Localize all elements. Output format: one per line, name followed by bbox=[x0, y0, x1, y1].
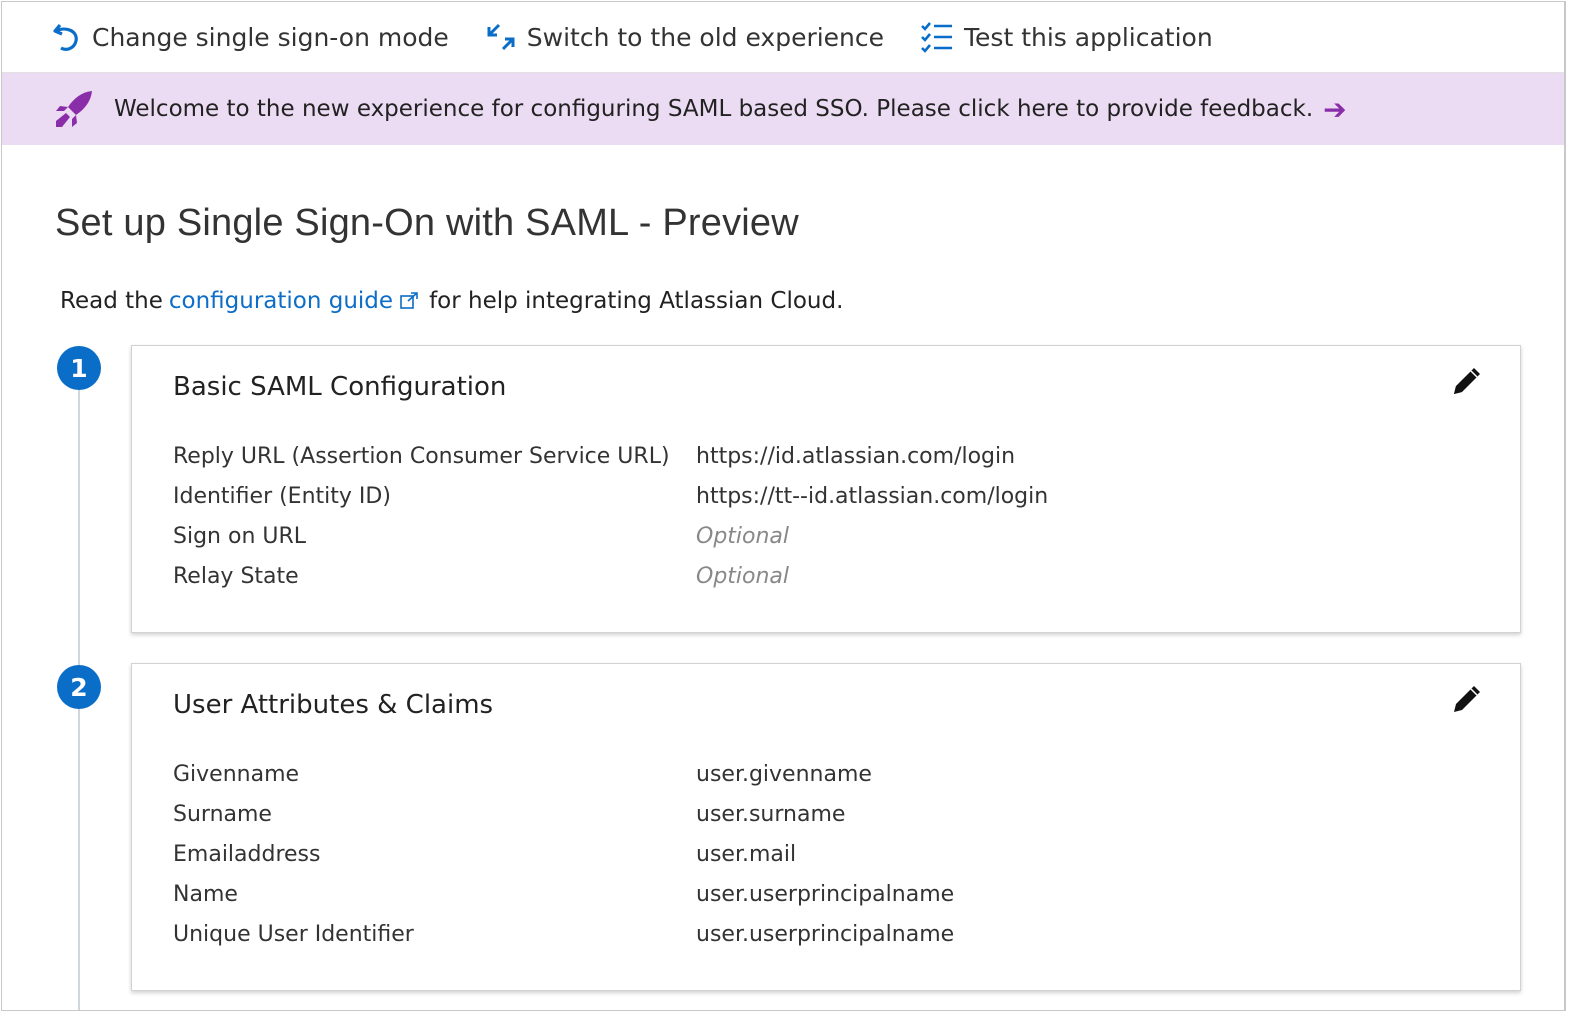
field-value: Optional bbox=[696, 563, 790, 589]
saml-config-list: Reply URL (Assertion Consumer Service UR… bbox=[173, 436, 1048, 596]
list-item: Sign on URL Optional bbox=[173, 516, 1048, 556]
list-item: Relay State Optional bbox=[173, 556, 1048, 596]
command-bar: Change single sign-on mode Switch to the… bbox=[2, 2, 1564, 73]
field-label: Emailaddress bbox=[173, 841, 321, 867]
list-item: Emailaddress user.mail bbox=[173, 834, 954, 874]
external-link-icon bbox=[400, 292, 418, 309]
card-title: User Attributes & Claims bbox=[173, 690, 494, 720]
field-label: Sign on URL bbox=[173, 523, 307, 549]
switch-old-experience-label: Switch to the old experience bbox=[526, 22, 885, 52]
list-item: Surname user.surname bbox=[173, 794, 954, 834]
field-value: user.userprincipalname bbox=[696, 921, 955, 947]
field-value: user.surname bbox=[696, 801, 846, 827]
edit-user-attributes-button[interactable] bbox=[1450, 682, 1484, 720]
step-number-2: 2 bbox=[57, 665, 101, 709]
claims-list: Givenname user.givenname Surname user.su… bbox=[173, 754, 954, 954]
field-label: Identifier (Entity ID) bbox=[173, 483, 391, 509]
arrow-right-icon: ➔ bbox=[1323, 92, 1347, 126]
basic-saml-config-card: Basic SAML Configuration Reply URL (Asse… bbox=[131, 345, 1521, 633]
field-label: Relay State bbox=[173, 563, 299, 589]
switch-arrows-icon bbox=[487, 23, 515, 51]
configuration-guide-link[interactable]: configuration guide bbox=[169, 288, 393, 314]
test-application-label: Test this application bbox=[964, 22, 1213, 52]
field-value: Optional bbox=[696, 523, 790, 549]
field-value: https://tt--id.atlassian.com/login bbox=[696, 483, 1049, 509]
switch-old-experience-button[interactable]: Switch to the old experience bbox=[485, 21, 884, 53]
app-frame: Change single sign-on mode Switch to the… bbox=[1, 1, 1566, 1011]
change-sso-mode-label: Change single sign-on mode bbox=[92, 22, 449, 52]
step-number-1: 1 bbox=[57, 346, 101, 390]
guide-suffix: for help integrating Atlassian Cloud. bbox=[429, 288, 844, 314]
feedback-banner[interactable]: Welcome to the new experience for config… bbox=[2, 73, 1564, 145]
pencil-icon bbox=[1454, 368, 1480, 394]
undo-icon bbox=[53, 23, 78, 51]
list-item: Identifier (Entity ID) https://tt--id.at… bbox=[173, 476, 1048, 516]
field-value: https://id.atlassian.com/login bbox=[696, 443, 1016, 469]
user-attributes-card: User Attributes & Claims Givenname user.… bbox=[131, 663, 1521, 991]
edit-basic-saml-button[interactable] bbox=[1450, 364, 1484, 402]
pencil-icon bbox=[1454, 686, 1480, 712]
field-value: user.givenname bbox=[696, 761, 872, 787]
feedback-banner-text: Welcome to the new experience for config… bbox=[114, 96, 1314, 122]
field-label: Reply URL (Assertion Consumer Service UR… bbox=[173, 443, 670, 469]
field-label: Surname bbox=[173, 801, 272, 827]
list-item: Unique User Identifier user.userprincipa… bbox=[173, 914, 954, 954]
field-label: Unique User Identifier bbox=[173, 921, 414, 947]
list-item: Name user.userprincipalname bbox=[173, 874, 954, 914]
field-value: user.userprincipalname bbox=[696, 881, 955, 907]
card-title: Basic SAML Configuration bbox=[173, 372, 507, 402]
list-item: Givenname user.givenname bbox=[173, 754, 954, 794]
list-item: Reply URL (Assertion Consumer Service UR… bbox=[173, 436, 1048, 476]
field-label: Name bbox=[173, 881, 238, 907]
field-label: Givenname bbox=[173, 761, 300, 787]
field-value: user.mail bbox=[696, 841, 797, 867]
guide-text: Read the configuration guide for help in… bbox=[60, 288, 843, 314]
guide-prefix: Read the bbox=[60, 288, 163, 314]
test-application-button[interactable]: Test this application bbox=[920, 20, 1213, 54]
rocket-icon bbox=[56, 91, 92, 127]
checklist-icon bbox=[921, 22, 953, 53]
change-sso-mode-button[interactable]: Change single sign-on mode bbox=[52, 21, 449, 53]
page-title: Set up Single Sign-On with SAML - Previe… bbox=[55, 202, 799, 244]
